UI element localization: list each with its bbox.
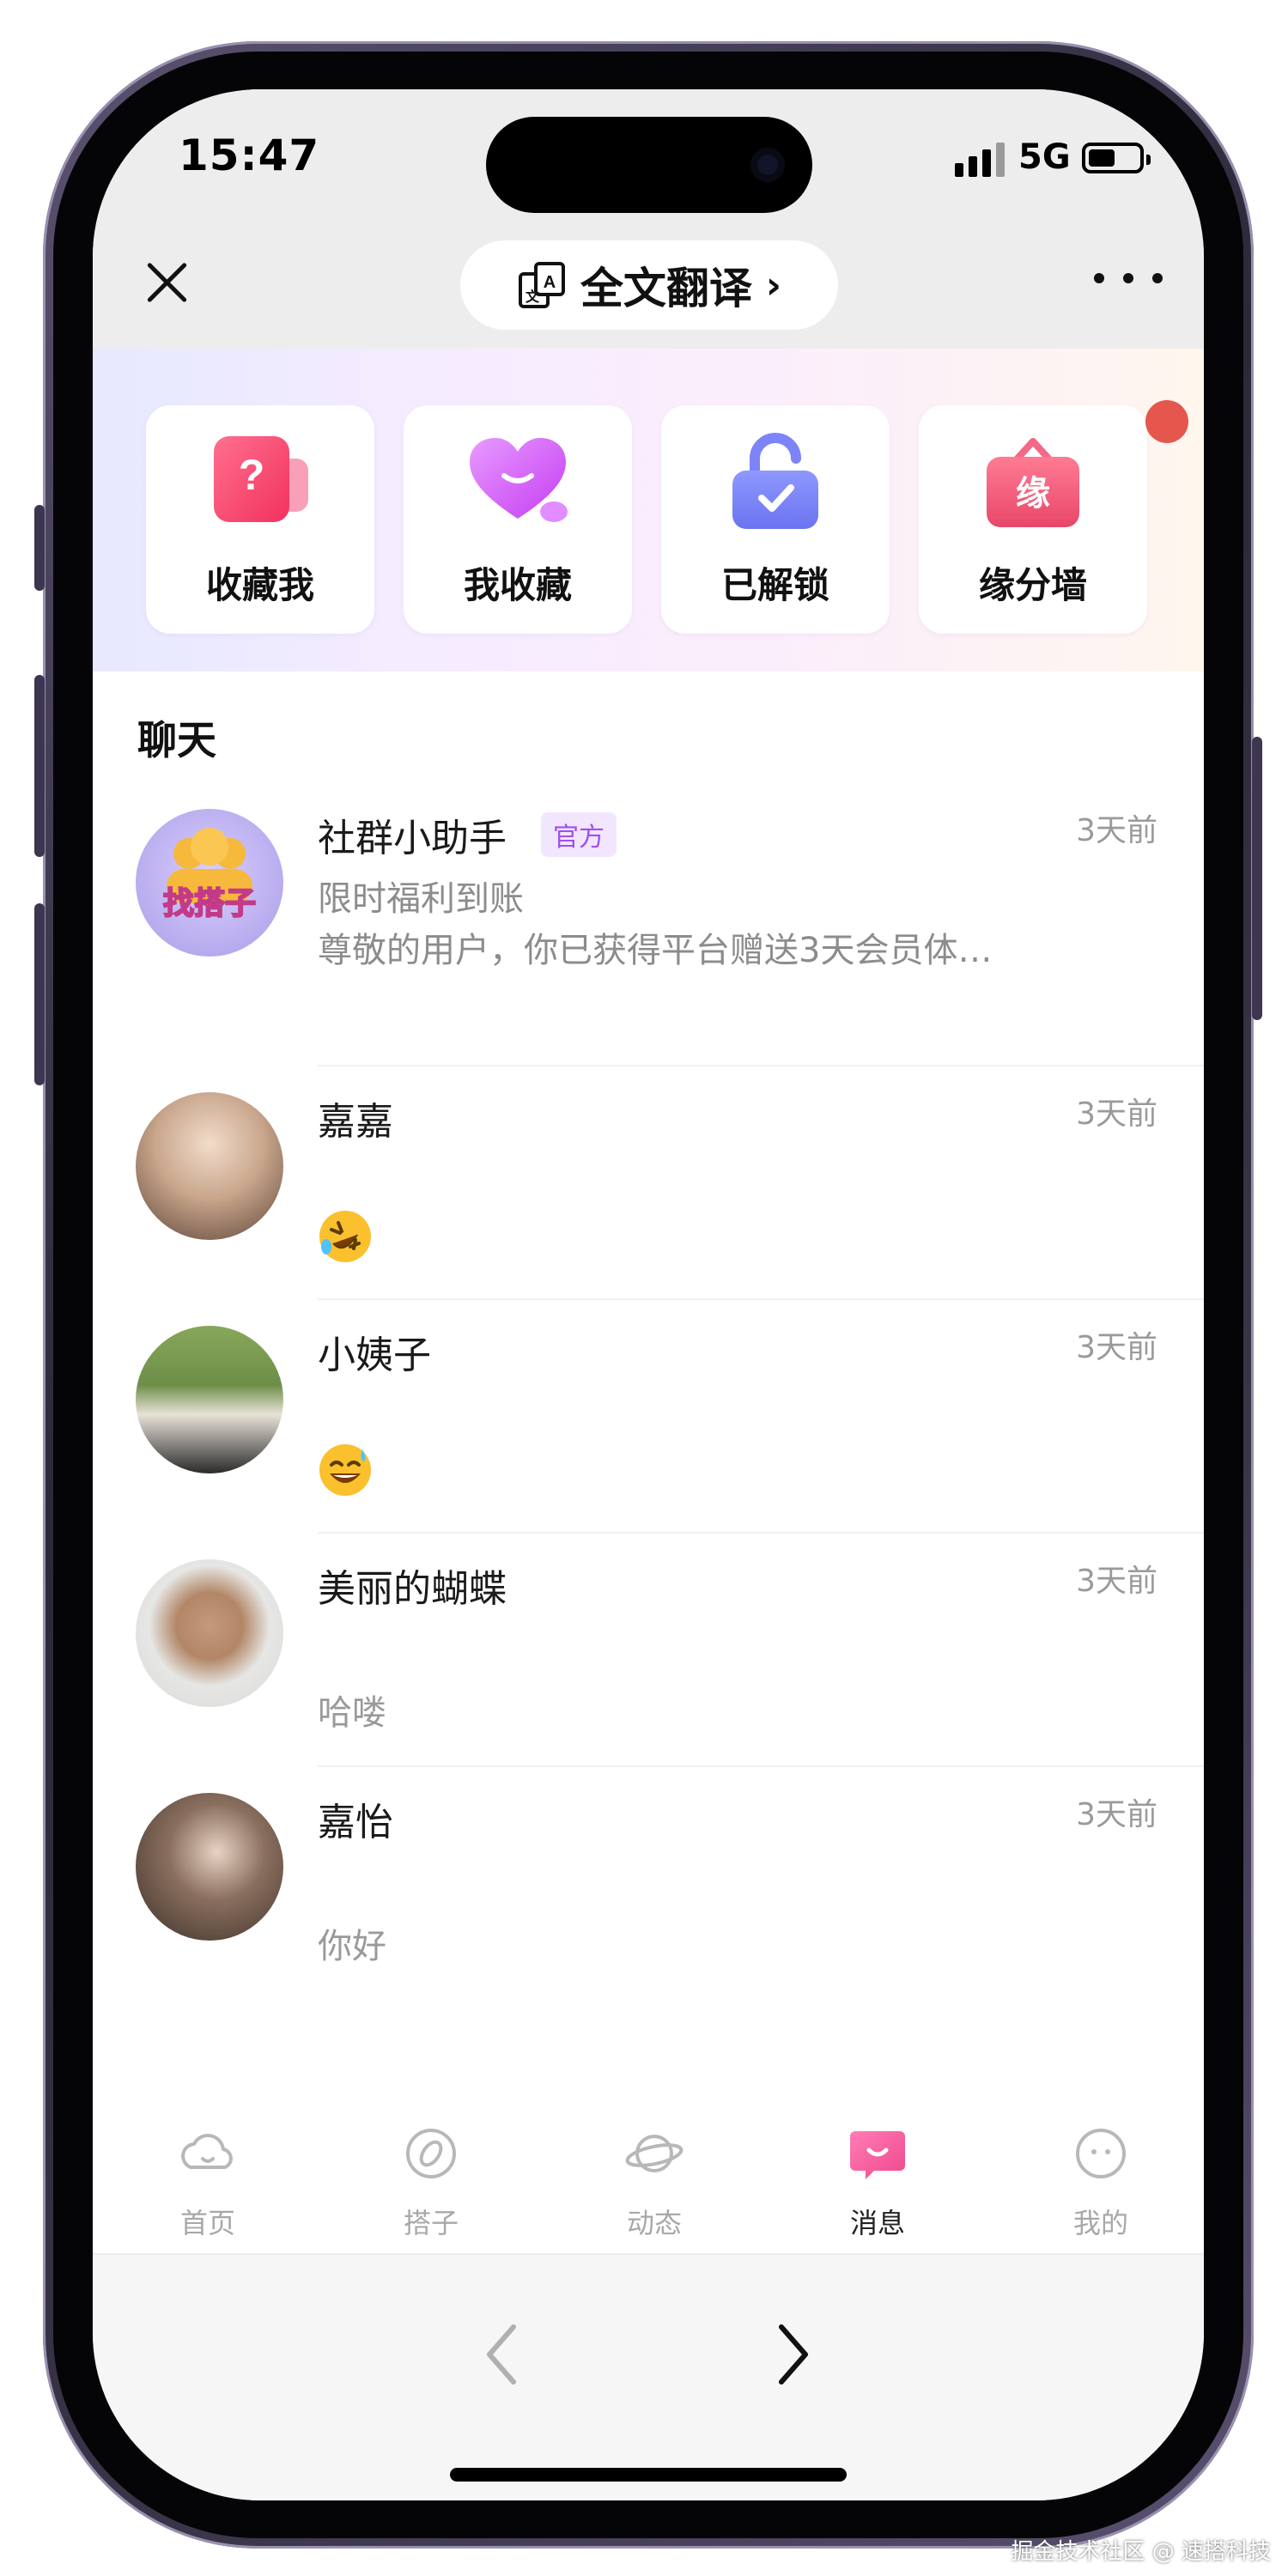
compass-icon xyxy=(406,2129,456,2178)
svg-text:缘: 缘 xyxy=(1016,474,1050,513)
chat-section-title: 聊天 xyxy=(137,717,216,763)
card-fate-wall[interactable]: 缘 缘分墙 xyxy=(919,405,1147,634)
forward-arrow-icon[interactable] xyxy=(771,2320,814,2389)
chat-message: 哈喽 xyxy=(318,1693,386,1733)
unlocked-padlock-icon xyxy=(732,433,818,529)
screen: 15:47 5G A 文 全文翻译 › ? 收藏我 我收藏 已解锁 缘 缘分墙 … xyxy=(93,89,1204,2500)
top-bar: 15:47 5G A 文 全文翻译 › xyxy=(93,89,1204,349)
chat-name: 美丽的蝴蝶 xyxy=(318,1567,507,1611)
translate-label: 全文翻译 xyxy=(580,264,752,313)
notification-dot xyxy=(1145,400,1188,443)
tab-label: 消息 xyxy=(849,2207,905,2239)
watermark: 掘金技术社区 @ 速搭科技 xyxy=(1011,2539,1271,2565)
chat-item[interactable]: 小姨子 3天前 xyxy=(93,1300,1204,1534)
card-label: 缘分墙 xyxy=(978,564,1087,606)
svg-text:找搭子: 找搭子 xyxy=(163,886,256,921)
avatar xyxy=(136,1793,283,1941)
chevron-right-icon: › xyxy=(765,263,782,307)
avatar xyxy=(136,1092,283,1240)
official-badge: 官方 xyxy=(541,812,617,857)
signal-icon xyxy=(955,143,1006,177)
status-time: 15:47 xyxy=(179,131,320,180)
volume-up-button xyxy=(34,675,45,857)
tab-partner[interactable]: 搭子 xyxy=(345,2124,517,2253)
face-icon xyxy=(1076,2129,1126,2178)
battery-icon xyxy=(1082,143,1151,173)
svg-text:?: ? xyxy=(239,451,265,499)
translate-icon: A 文 xyxy=(518,262,565,308)
chat-subtitle: 限时福利到账 xyxy=(318,879,524,919)
tab-messages[interactable]: 消息 xyxy=(792,2124,963,2253)
tab-label: 动态 xyxy=(626,2207,682,2239)
close-button[interactable] xyxy=(137,252,197,313)
card-label: 已解锁 xyxy=(720,564,829,606)
rolling-laughing-emoji xyxy=(319,1211,371,1262)
chat-time: 3天前 xyxy=(1076,1797,1157,1832)
chat-time: 3天前 xyxy=(1076,813,1157,848)
card-label: 我收藏 xyxy=(463,564,572,606)
tab-label: 我的 xyxy=(1072,2207,1128,2239)
tab-profile[interactable]: 我的 xyxy=(1015,2124,1187,2253)
tab-home[interactable]: 首页 xyxy=(122,2124,294,2253)
chat-item[interactable]: 嘉怡 3天前 你好 xyxy=(93,1767,1204,2001)
tab-label: 搭子 xyxy=(403,2207,459,2239)
chat-time: 3天前 xyxy=(1076,1330,1157,1365)
fate-bag-icon: 缘 xyxy=(987,438,1079,527)
chat-item[interactable]: 美丽的蝴蝶 3天前 哈喽 xyxy=(93,1534,1204,1767)
chat-time: 3天前 xyxy=(1076,1564,1157,1599)
volume-down-button xyxy=(34,903,45,1085)
chat-preview: 尊敬的用户，你已获得平台赠送3天会员体… xyxy=(318,931,993,970)
home-indicator xyxy=(450,2468,847,2482)
power-button xyxy=(1252,737,1262,1020)
more-options-button[interactable] xyxy=(1094,261,1163,295)
avatar: 找搭子 xyxy=(136,809,283,957)
chat-message: 你好 xyxy=(318,1927,386,1966)
svg-text:文: 文 xyxy=(526,289,540,305)
translate-button[interactable]: A 文 全文翻译 › xyxy=(460,240,838,330)
svg-text:A: A xyxy=(544,273,556,292)
avatar xyxy=(136,1559,283,1707)
avatar xyxy=(136,1326,283,1473)
mute-switch xyxy=(34,505,45,591)
tab-moments[interactable]: 动态 xyxy=(568,2124,740,2253)
chat-item[interactable]: 嘉嘉 3天前 xyxy=(93,1066,1204,1300)
tab-bar: 首页 搭子 动态 消息 我的 xyxy=(93,2099,1204,2255)
chat-name: 小姨子 xyxy=(318,1334,431,1377)
message-bubble-icon xyxy=(850,2131,905,2179)
heart-smile-icon xyxy=(470,438,568,522)
home-cloud-icon xyxy=(181,2134,233,2169)
tab-label: 首页 xyxy=(179,2207,235,2239)
browser-nav-bar xyxy=(93,2255,1204,2500)
chat-name: 嘉怡 xyxy=(318,1801,393,1844)
card-unlocked[interactable]: 已解锁 xyxy=(661,405,890,634)
chat-time: 3天前 xyxy=(1076,1097,1157,1132)
card-favorited-me[interactable]: ? 收藏我 xyxy=(146,405,374,634)
back-arrow-icon[interactable] xyxy=(481,2320,524,2389)
planet-icon xyxy=(625,2135,683,2172)
card-my-favorites[interactable]: 我收藏 xyxy=(404,405,632,634)
dynamic-island xyxy=(486,117,812,213)
chat-item[interactable]: 找搭子 社群小助手 官方 3天前 限时福利到账 尊敬的用户，你已获得平台赠送3天… xyxy=(93,783,1204,1066)
question-bubble-icon: ? xyxy=(214,436,308,522)
card-label: 收藏我 xyxy=(205,564,314,606)
chat-name: 社群小助手 xyxy=(318,817,507,860)
network-type: 5G xyxy=(1018,137,1071,177)
quick-cards-panel: ? 收藏我 我收藏 已解锁 缘 缘分墙 xyxy=(93,349,1204,671)
sweat-smile-emoji xyxy=(319,1444,371,1496)
chat-name: 嘉嘉 xyxy=(318,1100,393,1144)
